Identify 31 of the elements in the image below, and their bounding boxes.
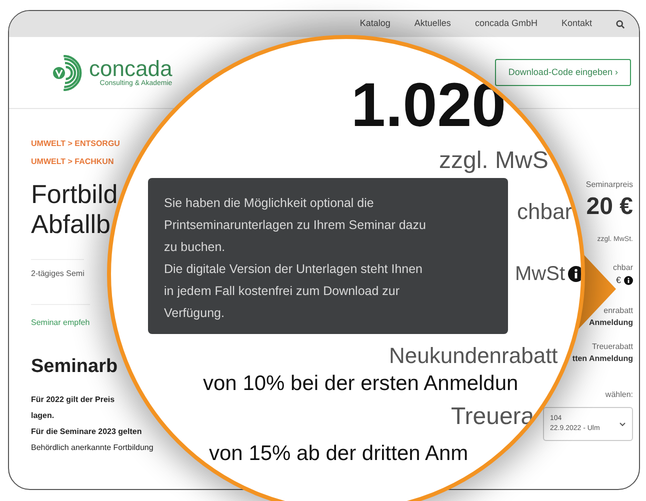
price-value: 20 €: [586, 192, 633, 222]
date-label: wählen:: [605, 389, 633, 401]
page-title: Fortbild: [31, 179, 118, 209]
new-customer-label: enrabatt: [604, 305, 633, 317]
tooltip-text: Sie haben die Möglichkeit optional die: [164, 195, 375, 212]
new-customer-text: Anmeldung: [589, 317, 633, 329]
print-label: chbar: [612, 262, 633, 274]
tooltip-text: Verfügung.: [164, 305, 226, 322]
tooltip-text: Die digitale Version der Unterlagen steht Ihnen: [164, 261, 424, 278]
magnified-print-tax: MwSt: [515, 264, 565, 284]
price-label: Seminarpreis: [586, 179, 633, 191]
print-price: €: [616, 274, 621, 286]
magnified-loyalty-text: von 15% ab der dritten Anm: [209, 443, 468, 464]
magnified-loyalty-label: Treuera: [451, 405, 534, 429]
subtitle: 2-tägiges Semi: [31, 259, 84, 280]
paragraph-text: Für die Seminare 2023 gelten: [31, 426, 142, 438]
tooltip-text: in jedem Fall kostenfrei zum Download zur: [164, 283, 401, 300]
tooltip-text: zu buchen.: [164, 239, 226, 256]
magnified-new-customer-label: Neukundenrabatt: [389, 345, 558, 367]
magnified-tax: zzgl. MwS: [439, 149, 548, 173]
section-title: Seminarb: [31, 355, 118, 379]
page-title: Abfallb: [31, 209, 110, 239]
paragraph-text: lagen.: [31, 410, 54, 422]
logo-name: concada: [89, 58, 172, 80]
loyalty-text: tten Anmeldung: [572, 353, 633, 365]
magnified-print-label: chbar: [517, 201, 572, 223]
paragraph-text: Behördlich anerkannte Fortbildung: [31, 442, 154, 454]
paragraph-text: Für 2022 gilt der Preis: [31, 394, 115, 406]
magnified-new-customer-text: von 10% bei der ersten Anmeldun: [203, 373, 518, 394]
loyalty-label: Treuerabatt: [592, 341, 633, 353]
tooltip-text: Printseminarunterlagen zu Ihrem Seminar dazu: [164, 217, 427, 234]
